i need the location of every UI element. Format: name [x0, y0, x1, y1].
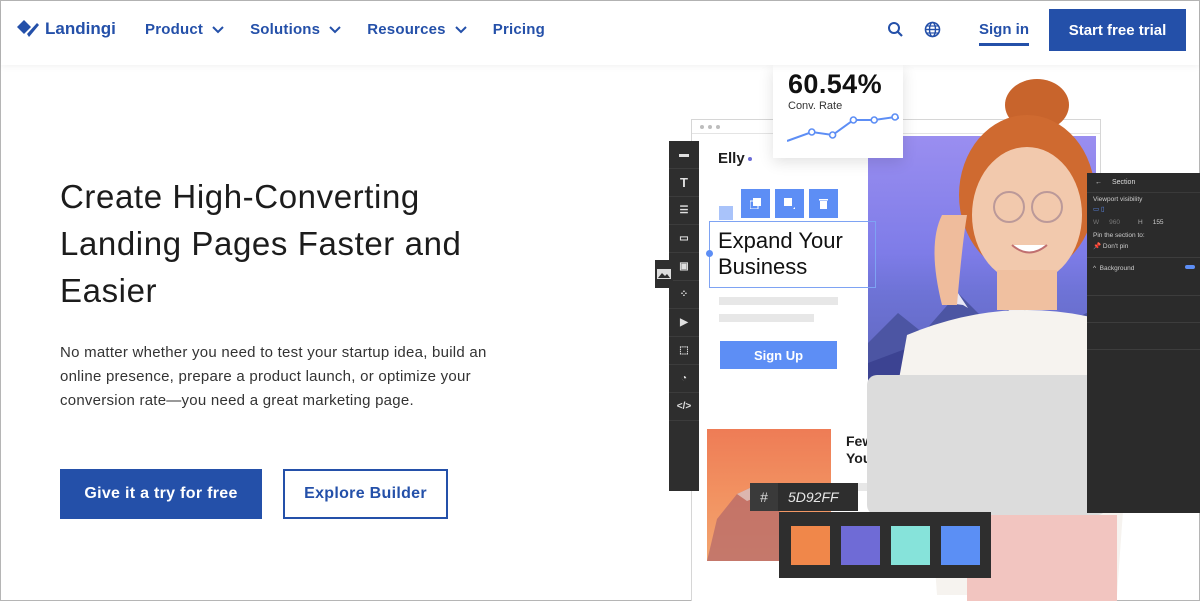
- give-it-a-try-button[interactable]: Give it a try for free: [60, 469, 262, 519]
- main-menu: Product Solutions Resources Pricing: [145, 21, 571, 38]
- top-navigation: Landingi Product Solutions Resources Pri…: [1, 1, 1199, 65]
- move-handle-icon[interactable]: [719, 206, 733, 220]
- brand-text: Elly: [718, 150, 745, 167]
- menu-label: Pricing: [492, 21, 545, 38]
- landingi-logo-icon: [17, 20, 39, 37]
- height-label: H: [1138, 219, 1143, 226]
- size-fields: W 960 H 155: [1087, 216, 1200, 229]
- sign-up-button[interactable]: Sign Up: [720, 341, 837, 369]
- dragged-image-icon[interactable]: [655, 260, 673, 288]
- width-label: W: [1093, 219, 1100, 226]
- menu-item-solutions[interactable]: Solutions: [250, 21, 341, 38]
- hero-description: No matter whether you need to test your …: [60, 344, 487, 409]
- viewport-visibility: Viewport visibility ▭ ▯: [1087, 193, 1200, 216]
- pin-section: Pin the section to: 📌 Don't pin: [1087, 229, 1200, 253]
- back-arrow-icon[interactable]: ←: [1095, 179, 1102, 186]
- brand-logo[interactable]: Landingi: [17, 19, 116, 39]
- headline-text: Expand Your Business: [718, 228, 843, 279]
- color-swatch[interactable]: [840, 525, 880, 565]
- color-swatches: [779, 512, 991, 578]
- resize-handle[interactable]: [706, 250, 713, 257]
- conversion-rate-label: Conv. Rate: [788, 100, 843, 112]
- section-settings-panel: ← Section Viewport visibility ▭ ▯ W 960 …: [1087, 173, 1200, 513]
- brand-name: Landingi: [45, 19, 116, 38]
- element-actions: [741, 189, 838, 218]
- hex-hash: #: [750, 483, 778, 511]
- image-icon[interactable]: ▣: [669, 253, 699, 281]
- chevron-down-icon: [455, 25, 467, 33]
- globe-icon[interactable]: [924, 21, 941, 38]
- hex-color-input[interactable]: # 5D92FF: [750, 483, 858, 511]
- placeholder-line: [719, 297, 838, 305]
- panel-header: ← Section: [1087, 173, 1200, 193]
- sparkline-point: [807, 128, 816, 136]
- viewport-label: Viewport visibility: [1093, 196, 1143, 203]
- widgets-icon[interactable]: ⁘: [669, 281, 699, 309]
- explore-builder-button[interactable]: Explore Builder: [283, 469, 448, 519]
- menu-label: Product: [145, 21, 204, 38]
- layer-icon[interactable]: [775, 189, 804, 218]
- sign-in-link[interactable]: Sign in: [979, 21, 1029, 46]
- row-icon[interactable]: ☰: [669, 197, 699, 225]
- search-icon[interactable]: [887, 21, 904, 38]
- sparkline-point: [849, 116, 858, 124]
- panel-title: Section: [1112, 179, 1136, 186]
- menu-item-resources[interactable]: Resources: [367, 21, 467, 38]
- color-swatch[interactable]: [940, 525, 980, 565]
- code-icon[interactable]: </>: [669, 393, 699, 421]
- trash-icon[interactable]: [809, 189, 838, 218]
- start-free-trial-button[interactable]: Start free trial: [1049, 9, 1186, 51]
- menu-item-pricing[interactable]: Pricing: [493, 21, 545, 38]
- page-brand: Elly: [718, 150, 752, 167]
- hex-value: 5D92FF: [788, 489, 839, 505]
- menu-item-product[interactable]: Product: [145, 21, 224, 38]
- color-swatch[interactable]: [890, 525, 930, 565]
- nav-icons: [887, 21, 941, 38]
- background-row[interactable]: ^ Background: [1087, 262, 1200, 275]
- pin-label: Pin the section to:: [1093, 232, 1145, 239]
- text-icon[interactable]: T: [669, 169, 699, 197]
- color-swatch[interactable]: [790, 525, 830, 565]
- button-icon[interactable]: ▭: [669, 225, 699, 253]
- sparkline-point: [870, 116, 878, 124]
- video-icon[interactable]: ▶: [669, 309, 699, 337]
- conversion-rate-value: 60.54%: [788, 69, 882, 99]
- box-icon[interactable]: ⬚: [669, 337, 699, 365]
- sparkline-line: [787, 115, 899, 142]
- device-toggle-icons[interactable]: ▭ ▯: [1093, 205, 1195, 213]
- chevron-down-icon: [329, 25, 341, 33]
- sparkline-point: [828, 131, 837, 139]
- menu-label: Solutions: [250, 21, 321, 38]
- builder-toolbar: ▬ T ☰ ▭ ▣ ⁘ ▶ ⬚ ◔ </>: [669, 141, 699, 491]
- conversion-rate-sparkline: [787, 113, 899, 142]
- background-toggle[interactable]: [1185, 265, 1195, 269]
- timer-icon[interactable]: ◔: [669, 365, 699, 393]
- sparkline-point: [891, 113, 899, 121]
- duplicate-icon[interactable]: [741, 189, 770, 218]
- pin-select[interactable]: 📌 Don't pin: [1093, 242, 1195, 250]
- menu-label: Resources: [367, 21, 446, 38]
- chevron-down-icon: [212, 25, 224, 33]
- background-label: Background: [1099, 265, 1135, 272]
- width-input[interactable]: 960: [1109, 219, 1120, 226]
- hero-illustration: Elly ▬ T ☰ ▭ ▣ ⁘ ▶ ⬚ ◔ </> Expand Your B…: [641, 65, 1200, 601]
- conversion-rate-card: 60.54% Conv. Rate: [773, 65, 903, 158]
- section-icon[interactable]: ▬: [669, 141, 699, 169]
- placeholder-line: [719, 314, 814, 322]
- height-input[interactable]: 155: [1153, 219, 1164, 226]
- hero-title: Create High-Converting Landing Pages Fas…: [60, 178, 462, 309]
- pin-value: Don't pin: [1102, 243, 1129, 250]
